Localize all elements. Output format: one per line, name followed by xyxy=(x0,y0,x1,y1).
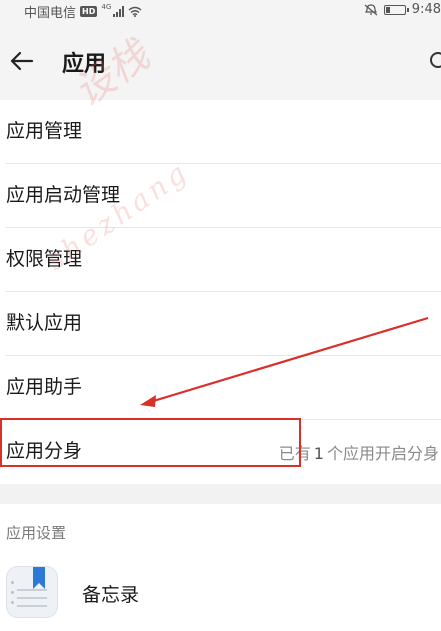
hint-suffix: 个应用开启分身 xyxy=(326,444,439,463)
page-title: 应用 xyxy=(62,52,107,77)
menu-item-default-apps[interactable]: 默认应用 xyxy=(0,292,441,356)
menu-item-app-assistant[interactable]: 应用助手 xyxy=(0,356,441,420)
carrier-name: 中国电信 xyxy=(24,6,77,21)
notes-icon xyxy=(6,566,58,618)
arrow-left-icon[interactable] xyxy=(8,47,36,75)
app-item-notes[interactable]: 备忘录 xyxy=(0,558,441,628)
menu-item-label: 默认应用 xyxy=(6,312,83,334)
menu-item-app-twin[interactable]: 应用分身 已有 1 个应用开启分身 xyxy=(0,420,441,484)
network-type: 4G xyxy=(101,2,112,11)
signal-icon xyxy=(113,6,125,17)
status-bar: 中国电信 HD 4G 9:48 xyxy=(0,0,441,22)
app-twin-status: 已有 1 个应用开启分身 xyxy=(279,440,439,464)
hd-badge: HD xyxy=(80,6,98,17)
menu-item-permissions[interactable]: 权限管理 xyxy=(0,228,441,292)
menu-item-label: 应用助手 xyxy=(6,376,83,398)
section-gap xyxy=(0,484,441,504)
menu-item-label: 应用启动管理 xyxy=(6,184,121,206)
hint-count: 1 xyxy=(313,444,324,463)
battery-icon xyxy=(383,4,409,15)
menu-item-label: 应用管理 xyxy=(6,120,83,142)
clock: 9:48 xyxy=(411,2,441,17)
menu-item-label: 权限管理 xyxy=(6,248,83,270)
app-bar: 应用 xyxy=(0,22,441,100)
menu-item-app-management[interactable]: 应用管理 xyxy=(0,100,441,164)
status-left: 中国电信 HD 4G xyxy=(24,2,142,21)
hint-prefix: 已有 xyxy=(278,444,311,463)
app-name: 备忘录 xyxy=(82,584,140,606)
section-title: 应用设置 xyxy=(6,524,67,542)
settings-list: 应用管理 应用启动管理 权限管理 默认应用 应用助手 应用分身 已有 1 个应用开启… xyxy=(0,100,441,628)
menu-item-label: 应用分身 xyxy=(6,440,83,462)
wifi-icon xyxy=(128,6,142,17)
section-header: 应用设置 xyxy=(0,504,441,558)
search-icon[interactable] xyxy=(428,50,441,72)
menu-item-app-launch[interactable]: 应用启动管理 xyxy=(0,164,441,228)
mute-icon xyxy=(364,3,378,15)
status-right: 9:48 xyxy=(364,2,441,17)
